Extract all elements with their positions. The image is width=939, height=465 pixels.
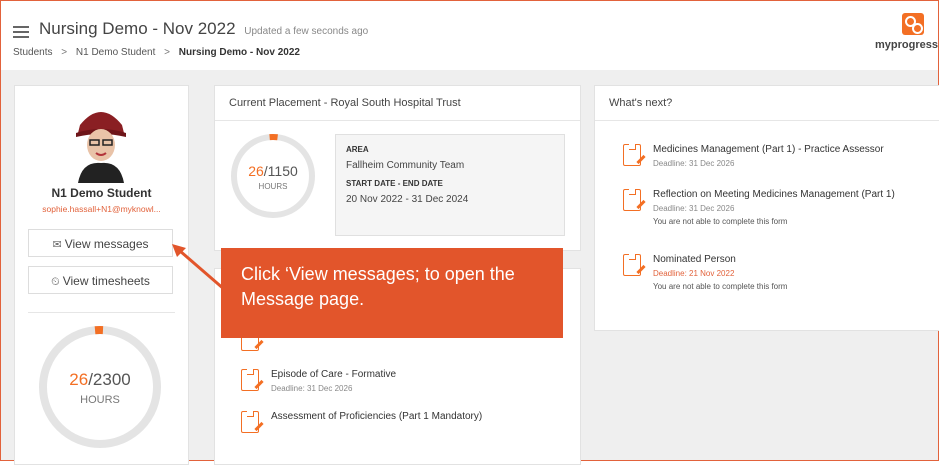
instruction-callout: Click ‘View messages; to open the Messag… [221,248,563,338]
callout-arrow [172,244,233,298]
